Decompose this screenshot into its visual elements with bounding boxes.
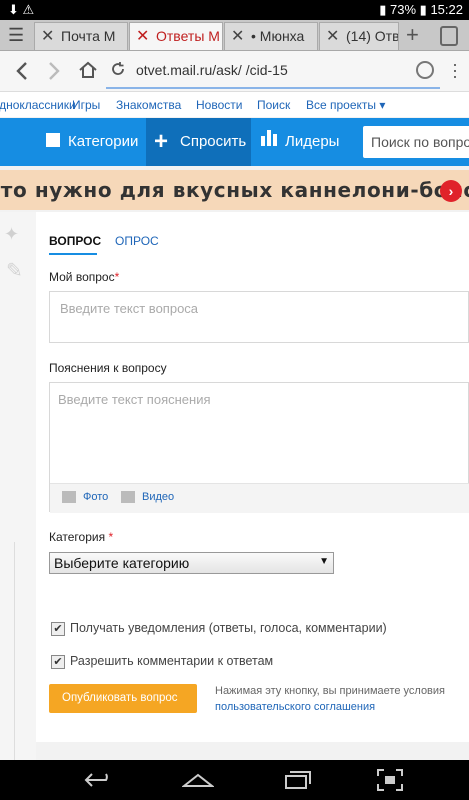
recent-apps-icon[interactable] (284, 770, 314, 790)
category-label: Категория (49, 530, 106, 544)
tab-munich[interactable]: ✕ • Мюнха (224, 22, 318, 50)
home-icon[interactable] (78, 60, 98, 80)
signal-icon: ▮ (379, 2, 387, 17)
nav-odnoklassniki[interactable]: Одноклассники (0, 98, 76, 112)
close-icon[interactable]: ✕ (231, 26, 244, 46)
reload-icon[interactable] (110, 61, 126, 77)
address-bar: otvet.mail.ru/ask/ /cid-15 · · · (0, 51, 469, 92)
categories-button[interactable]: Категории (46, 118, 138, 166)
explanation-label: Пояснения к вопросу (49, 361, 167, 375)
allow-comments-checkbox[interactable]: ✔ (51, 655, 65, 669)
back-nav-icon[interactable] (84, 770, 116, 790)
leaders-button[interactable]: Лидеры (261, 118, 339, 166)
url-field[interactable]: otvet.mail.ru/ask/ /cid-15 (106, 55, 440, 89)
close-icon[interactable]: ✕ (326, 26, 339, 46)
site-header: Категории + Спросить Лидеры Поиск по воп… (0, 118, 469, 166)
left-decoration: ✦ ✎ (0, 212, 36, 760)
required-mark: * (108, 530, 114, 544)
pencil-icon: ✎ (6, 260, 23, 282)
tab-question-underline (49, 253, 97, 255)
nav-all-projects[interactable]: Все проекты ▾ (306, 98, 385, 112)
agreement-link[interactable]: пользовательского соглашения (215, 701, 375, 713)
question-input[interactable]: Введите текст вопроса (49, 291, 469, 343)
battery-icon: ▮ (419, 2, 427, 17)
close-icon[interactable]: ✕ (136, 26, 149, 46)
my-question-label: Мой вопрос (49, 270, 115, 284)
screenshot-icon[interactable] (376, 768, 404, 792)
home-nav-icon[interactable] (182, 772, 214, 788)
nav-dating[interactable]: Знакомства (116, 98, 181, 112)
video-link[interactable]: Видео (142, 491, 174, 503)
menu-icon[interactable]: ☰ (8, 25, 24, 46)
video-icon[interactable] (121, 491, 135, 503)
tab-otvety[interactable]: ✕ Ответы М (129, 22, 223, 50)
tab-vk[interactable]: ✕ (14) Отв (319, 22, 399, 50)
bar-chart-icon (261, 136, 265, 146)
promo-banner[interactable]: Что нужно для вкусных каннелони-болоньез… (0, 170, 469, 210)
close-icon[interactable]: ✕ (41, 26, 54, 46)
back-icon[interactable] (14, 61, 30, 81)
permissions-icon[interactable] (416, 61, 434, 79)
allow-comments-label: Разрешить комментарии к ответам (70, 654, 274, 668)
url-text: otvet.mail.ru/ask/ /cid-15 (136, 62, 288, 78)
arrow-right-icon[interactable]: › (440, 180, 462, 202)
notification-icons: ⬇ ⚠ (8, 2, 35, 17)
photo-link[interactable]: Фото (83, 491, 108, 503)
search-input[interactable]: Поиск по вопро (363, 126, 469, 158)
explanation-input[interactable]: Введите текст пояснения Фото Видео (49, 382, 469, 513)
tab-mail[interactable]: ✕ Почта М (34, 22, 128, 50)
tab-question[interactable]: ВОПРОС (49, 234, 101, 248)
nav-search[interactable]: Поиск (257, 98, 290, 112)
attachments-bar: Фото Видео (50, 483, 469, 513)
browser-tab-bar: ☰ ✕ Почта М ✕ Ответы М ✕ • Мюнха ✕ (14) … (0, 20, 469, 51)
tab-poll[interactable]: ОПРОС (115, 234, 159, 248)
battery-level: 73% (390, 2, 417, 17)
status-bar: ⬇ ⚠ ▮ 73% ▮ 15:22 (0, 0, 469, 20)
list-icon (46, 133, 60, 147)
forward-icon[interactable] (46, 61, 62, 81)
publish-button[interactable]: Опубликовать вопрос (49, 684, 197, 713)
plus-icon: + (154, 128, 169, 155)
required-mark: * (114, 270, 120, 284)
ask-button[interactable]: + Спросить (146, 118, 251, 166)
banner-text: Что нужно для вкусных каннелони-болоньез… (0, 178, 469, 202)
photo-icon[interactable] (62, 491, 76, 503)
overflow-menu-icon[interactable]: · · · (452, 55, 458, 85)
notify-checkbox[interactable]: ✔ (51, 622, 65, 636)
notify-label: Получать уведомления (ответы, голоса, ко… (70, 621, 387, 635)
nav-news[interactable]: Новости (196, 98, 242, 112)
nav-games[interactable]: Игры (72, 98, 100, 112)
clock: 15:22 (430, 2, 463, 17)
agreement-text: Нажимая эту кнопку, вы принимаете услови… (215, 685, 446, 697)
tabs-overview-icon[interactable] (440, 26, 458, 46)
system-nav-bar (0, 760, 469, 800)
dropdown-arrow-icon: ▼ (319, 556, 329, 567)
portal-nav: Одноклассники Игры Знакомства Новости По… (0, 92, 469, 117)
ask-form: ВОПРОС ОПРОС Мой вопрос* Введите текст в… (36, 212, 469, 742)
category-select[interactable]: Выберите категорию ▼ (49, 552, 334, 574)
star-icon: ✦ (4, 224, 20, 244)
new-tab-icon[interactable]: + (406, 22, 419, 48)
